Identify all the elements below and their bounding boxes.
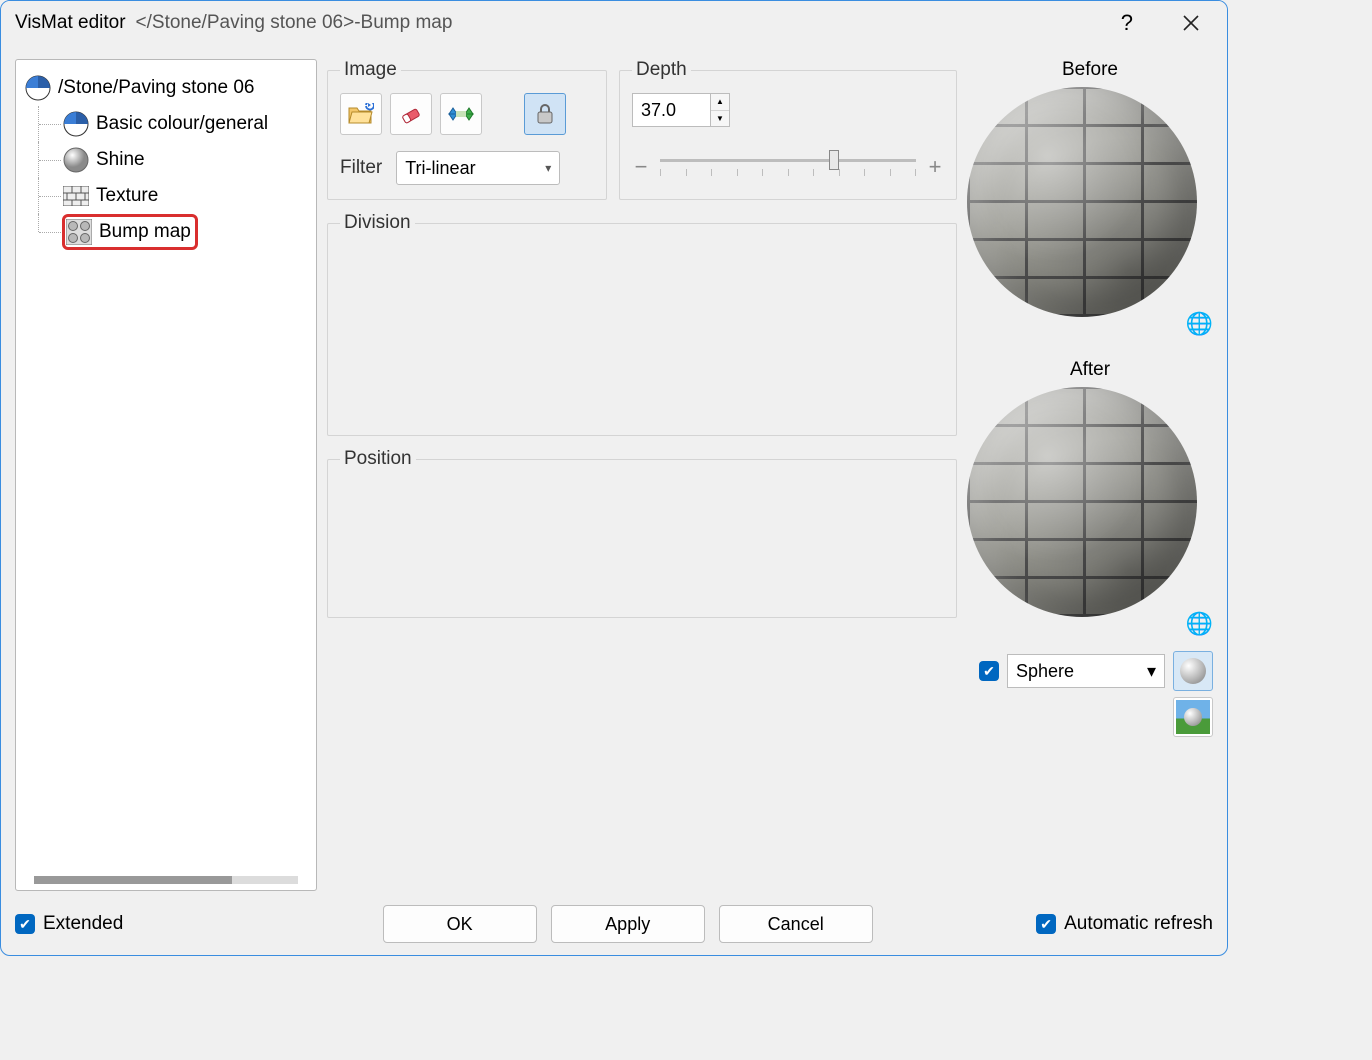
before-label: Before — [1062, 59, 1118, 81]
material-path: </Stone/Paving stone 06> — [136, 12, 355, 34]
tree-root[interactable]: /Stone/Paving stone 06 — [24, 70, 308, 106]
material-icon — [62, 110, 90, 138]
brick-icon — [62, 182, 90, 210]
position-legend: Position — [340, 448, 416, 470]
depth-spinner[interactable]: ▲ ▼ — [632, 93, 730, 127]
position-fieldset: Position — [327, 448, 957, 618]
image-fieldset: Image — [327, 59, 607, 200]
extended-checkbox[interactable]: ✔ — [15, 914, 35, 934]
close-button[interactable] — [1175, 15, 1207, 31]
preview-shape-select[interactable]: Sphere ▾ — [1007, 654, 1165, 688]
auto-refresh-label: Automatic refresh — [1064, 913, 1213, 935]
image-legend: Image — [340, 59, 401, 81]
ok-button[interactable]: OK — [383, 905, 537, 943]
tree-selection-highlight: Bump map — [62, 214, 198, 250]
open-image-button[interactable] — [340, 93, 382, 135]
sphere-icon — [1180, 658, 1206, 684]
tree-item-label: Shine — [96, 149, 145, 171]
swap-image-button[interactable] — [440, 93, 482, 135]
preview-scene-button[interactable] — [1173, 697, 1213, 737]
division-legend: Division — [340, 212, 415, 234]
division-fieldset: Division — [327, 212, 957, 436]
depth-decrease-button[interactable]: − — [632, 154, 650, 180]
swap-arrows-icon — [447, 104, 475, 124]
tree-item-shine[interactable]: Shine — [24, 142, 308, 178]
tree-item-bump-map[interactable]: Bump map — [24, 214, 308, 250]
depth-input[interactable] — [632, 93, 710, 127]
lock-icon — [536, 103, 554, 125]
material-icon — [24, 74, 52, 102]
preview-sphere-button[interactable] — [1173, 651, 1213, 691]
preview-before-sphere — [967, 87, 1197, 317]
tree-item-basic-colour[interactable]: Basic colour/general — [24, 106, 308, 142]
tree-root-label: /Stone/Paving stone 06 — [58, 77, 254, 99]
auto-refresh-checkbox[interactable]: ✔ — [1036, 914, 1056, 934]
preview-column: Before 🌐 After 🌐 ✔ Sphere ▾ — [967, 59, 1213, 891]
preview-shape-checkbox[interactable]: ✔ — [979, 661, 999, 681]
scrollbar-thumb[interactable] — [34, 876, 232, 884]
close-icon — [1183, 15, 1199, 31]
depth-slider-thumb[interactable] — [829, 150, 839, 170]
depth-slider[interactable] — [660, 153, 916, 181]
folder-open-icon — [348, 103, 374, 125]
material-tree: /Stone/Paving stone 06 Basic colour/gene… — [15, 59, 317, 891]
depth-step-down[interactable]: ▼ — [711, 111, 729, 127]
filter-label: Filter — [340, 157, 382, 179]
depth-legend: Depth — [632, 59, 691, 81]
filter-select[interactable]: Tri-linear ▾ — [396, 151, 560, 185]
after-label: After — [1070, 359, 1110, 381]
scene-icon — [1176, 700, 1210, 734]
title-subtitle: Bump map — [361, 12, 453, 34]
depth-fieldset: Depth ▲ ▼ − — [619, 59, 957, 200]
tree-horizontal-scrollbar[interactable] — [34, 876, 298, 884]
help-button[interactable]: ? — [1103, 10, 1151, 36]
chevron-down-icon: ▾ — [545, 161, 551, 175]
depth-step-up[interactable]: ▲ — [711, 94, 729, 111]
dialog-footer: ✔ Extended OK Apply Cancel ✔ Automatic r… — [15, 905, 1213, 943]
depth-increase-button[interactable]: + — [926, 154, 944, 180]
sphere-icon — [62, 146, 90, 174]
vismat-editor-window: VisMat editor </Stone/Paving stone 06> -… — [0, 0, 1228, 956]
tree-item-label: Basic colour/general — [96, 113, 268, 135]
extended-label: Extended — [43, 913, 123, 935]
apply-button[interactable]: Apply — [551, 905, 705, 943]
lock-image-button[interactable] — [524, 93, 566, 135]
erase-image-button[interactable] — [390, 93, 432, 135]
filter-value: Tri-linear — [405, 158, 475, 179]
tree-item-label: Texture — [96, 185, 158, 207]
tree-item-label: Bump map — [99, 221, 191, 243]
preview-after-sphere — [967, 387, 1197, 617]
bump-icon — [65, 218, 93, 246]
cancel-button[interactable]: Cancel — [719, 905, 873, 943]
tree-item-texture[interactable]: Texture — [24, 178, 308, 214]
properties-panel: Image — [327, 59, 957, 891]
preview-shape-value: Sphere — [1016, 661, 1074, 682]
titlebar: VisMat editor </Stone/Paving stone 06> -… — [1, 1, 1227, 45]
eraser-icon — [399, 102, 423, 126]
chevron-down-icon: ▾ — [1147, 661, 1156, 682]
app-title: VisMat editor — [15, 12, 126, 34]
